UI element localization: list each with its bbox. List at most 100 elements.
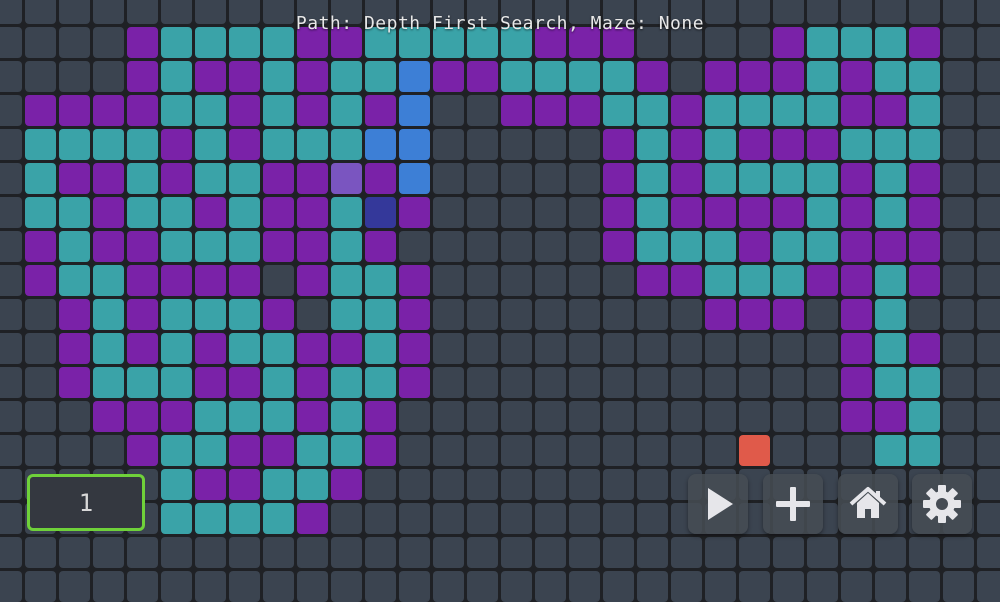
- grid-cell-wall[interactable]: [841, 163, 872, 194]
- grid-cell-empty[interactable]: [433, 299, 464, 330]
- grid-cell-empty[interactable]: [603, 333, 634, 364]
- grid-cell-empty[interactable]: [637, 435, 668, 466]
- grid-cell-empty[interactable]: [501, 469, 532, 500]
- grid-cell-empty[interactable]: [501, 401, 532, 432]
- grid-cell-wall[interactable]: [637, 265, 668, 296]
- grid-cell-empty[interactable]: [25, 435, 56, 466]
- grid-cell-wall[interactable]: [399, 299, 430, 330]
- grid-cell-visited[interactable]: [25, 197, 56, 228]
- grid-cell-empty[interactable]: [977, 401, 1000, 432]
- grid-cell-empty[interactable]: [943, 265, 974, 296]
- grid-cell-visited[interactable]: [161, 61, 192, 92]
- grid-cell-visited[interactable]: [637, 95, 668, 126]
- grid-cell-empty[interactable]: [671, 299, 702, 330]
- grid-cell-empty[interactable]: [705, 571, 736, 602]
- grid-cell-empty[interactable]: [0, 163, 22, 194]
- grid-cell-visited[interactable]: [25, 129, 56, 160]
- grid-cell-visited[interactable]: [637, 231, 668, 262]
- grid-cell-wall[interactable]: [161, 129, 192, 160]
- grid-cell-visited[interactable]: [331, 95, 362, 126]
- grid-cell-path[interactable]: [399, 129, 430, 160]
- grid-cell-empty[interactable]: [569, 197, 600, 228]
- grid-cell-wall[interactable]: [59, 299, 90, 330]
- grid-cell-empty[interactable]: [501, 231, 532, 262]
- grid-cell-visited[interactable]: [909, 129, 940, 160]
- grid-cell-wall[interactable]: [399, 265, 430, 296]
- grid-cell-empty[interactable]: [569, 537, 600, 568]
- grid-cell-empty[interactable]: [535, 197, 566, 228]
- grid-cell-wall[interactable]: [127, 95, 158, 126]
- grid-cell-empty[interactable]: [569, 129, 600, 160]
- grid-cell-empty[interactable]: [0, 299, 22, 330]
- grid-cell-wall[interactable]: [739, 231, 770, 262]
- grid-cell-wall[interactable]: [297, 333, 328, 364]
- grid-cell-empty[interactable]: [603, 265, 634, 296]
- grid-cell-empty[interactable]: [637, 299, 668, 330]
- grid-cell-wall[interactable]: [909, 197, 940, 228]
- grid-cell-empty[interactable]: [943, 571, 974, 602]
- grid-cell-visited[interactable]: [297, 129, 328, 160]
- grid-cell-visited[interactable]: [263, 61, 294, 92]
- grid-cell-empty[interactable]: [501, 571, 532, 602]
- grid-cell-visited[interactable]: [875, 435, 906, 466]
- grid-cell-empty[interactable]: [637, 367, 668, 398]
- grid-cell-empty[interactable]: [603, 367, 634, 398]
- grid-cell-empty[interactable]: [501, 265, 532, 296]
- grid-cell-empty[interactable]: [433, 163, 464, 194]
- grid-cell-wall[interactable]: [875, 231, 906, 262]
- grid-cell-empty[interactable]: [501, 435, 532, 466]
- grid-cell-visited[interactable]: [263, 469, 294, 500]
- grid-cell-visited[interactable]: [229, 333, 260, 364]
- grid-cell-wall[interactable]: [331, 333, 362, 364]
- grid-cell-visited[interactable]: [229, 197, 260, 228]
- grid-cell-visited[interactable]: [807, 95, 838, 126]
- grid-cell-wall[interactable]: [603, 231, 634, 262]
- grid-cell-empty[interactable]: [943, 129, 974, 160]
- grid-cell-empty[interactable]: [807, 571, 838, 602]
- grid-cell-empty[interactable]: [501, 367, 532, 398]
- grid-cell-empty[interactable]: [0, 469, 22, 500]
- grid-cell-empty[interactable]: [977, 571, 1000, 602]
- grid-cell-visited[interactable]: [331, 265, 362, 296]
- grid-cell-path[interactable]: [399, 95, 430, 126]
- grid-cell-wall[interactable]: [59, 367, 90, 398]
- grid-cell-visited[interactable]: [161, 435, 192, 466]
- grid-cell-wall[interactable]: [297, 401, 328, 432]
- grid-cell-empty[interactable]: [0, 265, 22, 296]
- grid-cell-empty[interactable]: [807, 537, 838, 568]
- grid-cell-empty[interactable]: [0, 537, 22, 568]
- grid-cell-wall[interactable]: [501, 95, 532, 126]
- grid-cell-empty[interactable]: [535, 571, 566, 602]
- grid-cell-empty[interactable]: [467, 231, 498, 262]
- grid-cell-visited[interactable]: [331, 61, 362, 92]
- grid-cell-visited[interactable]: [59, 265, 90, 296]
- grid-cell-wall[interactable]: [875, 401, 906, 432]
- grid-cell-wall[interactable]: [909, 163, 940, 194]
- grid-cell-empty[interactable]: [671, 571, 702, 602]
- grid-cell-empty[interactable]: [59, 435, 90, 466]
- grid-cell-empty[interactable]: [297, 299, 328, 330]
- grid-cell-empty[interactable]: [943, 163, 974, 194]
- grid-cell-visited[interactable]: [909, 435, 940, 466]
- grid-cell-wall[interactable]: [807, 265, 838, 296]
- grid-cell-empty[interactable]: [365, 537, 396, 568]
- grid-cell-wall[interactable]: [161, 265, 192, 296]
- grid-cell-empty[interactable]: [331, 571, 362, 602]
- grid-cell-wall[interactable]: [229, 435, 260, 466]
- grid-cell-empty[interactable]: [603, 299, 634, 330]
- grid-cell-empty[interactable]: [671, 435, 702, 466]
- grid-cell-empty[interactable]: [705, 401, 736, 432]
- grid-cell-wall[interactable]: [297, 367, 328, 398]
- grid-cell-visited[interactable]: [773, 95, 804, 126]
- grid-cell-visited[interactable]: [909, 61, 940, 92]
- grid-cell-wall[interactable]: [909, 231, 940, 262]
- grid-cell-empty[interactable]: [671, 61, 702, 92]
- grid-cell-empty[interactable]: [399, 537, 430, 568]
- grid-cell-wall[interactable]: [671, 95, 702, 126]
- grid-cell-empty[interactable]: [841, 571, 872, 602]
- grid-cell-empty[interactable]: [603, 571, 634, 602]
- grid-cell-wall[interactable]: [127, 401, 158, 432]
- grid-cell-wall[interactable]: [59, 163, 90, 194]
- grid-cell-visited[interactable]: [161, 231, 192, 262]
- grid-cell-wall[interactable]: [229, 367, 260, 398]
